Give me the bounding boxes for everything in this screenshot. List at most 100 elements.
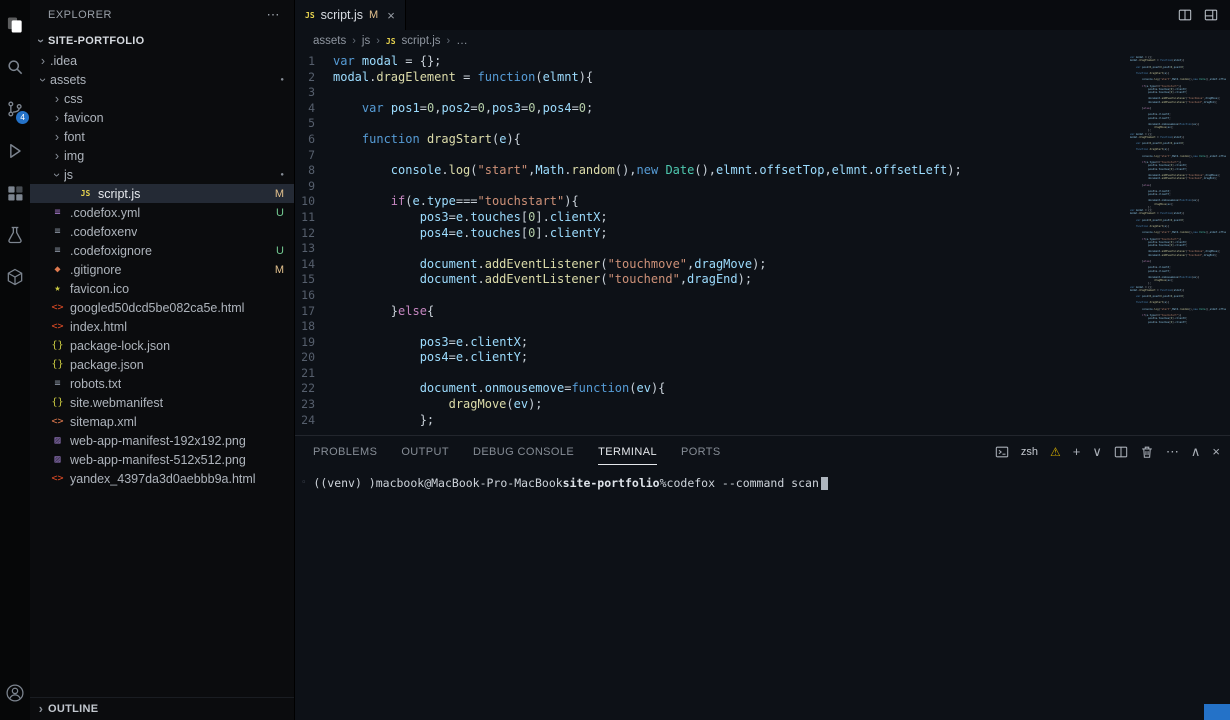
minimap[interactable]: var modal = {}; modal.dragElement = funct… [1130,56,1226,324]
split-terminal-icon[interactable] [1114,445,1128,459]
breadcrumb-item[interactable]: script.js [402,35,441,47]
tree-item[interactable]: › assets ● [30,70,294,89]
code-area[interactable]: 1 var modal = {}; 2 modal.dragElement = fun… [295,54,1120,428]
code-line[interactable]: 16 [295,288,1120,304]
breadcrumb-item[interactable]: assets [313,35,346,47]
code-line[interactable]: 11 pos3=e.touches[0].clientX; [295,210,1120,226]
tree-item[interactable]: › img [30,146,294,165]
code-line[interactable]: 24 }; [295,413,1120,429]
file-type-icon: ▨ [54,435,61,446]
vscode-window: 4 EXPLORER ⋯ › SITE-PORTFOLIO › .idea › ass… [0,0,1230,720]
files-icon[interactable] [0,4,30,46]
breadcrumb-item[interactable]: js [362,35,370,47]
shell-name[interactable]: zsh [1021,446,1038,458]
split-editor-icon[interactable] [1178,8,1192,22]
tree-item-label: .gitignore [70,262,122,277]
code-line[interactable]: 2 modal.dragElement = function(elmnt){ [295,70,1120,86]
file-type-icon: ≡ [54,226,61,237]
editor-pane[interactable]: 1 var modal = {}; 2 modal.dragElement = fun… [295,52,1230,435]
tree-item[interactable]: › font [30,127,294,146]
tree-item[interactable]: › .idea [30,51,294,70]
code-line[interactable]: 8 console.log("start",Math.random(),new … [295,163,1120,179]
tree-item-label: js [64,167,74,182]
tree-item[interactable]: <> googled50dcd5be082ca5e.html [30,298,294,317]
tree-item[interactable]: ≡ .codefoxignore U [30,241,294,260]
tree-item[interactable]: ▨ web-app-manifest-512x512.png [30,450,294,469]
kill-terminal-icon[interactable] [1140,445,1154,459]
extensions-icon[interactable] [0,172,30,214]
status-bar-remote-indicator[interactable] [1204,704,1230,720]
code-line[interactable]: 9 [295,179,1120,195]
code-line[interactable]: 20 pos4=e.clientY; [295,350,1120,366]
code-line[interactable]: 12 pos4=e.touches[0].clientY; [295,226,1120,242]
terminal-cursor [820,476,828,490]
tree-item[interactable]: JS script.js M [30,184,294,203]
tree-item[interactable]: {} package-lock.json [30,336,294,355]
package-icon[interactable] [0,256,30,298]
code-line[interactable]: 1 var modal = {}; [295,54,1120,70]
panel-header: PROBLEMS OUTPUT DEBUG CONSOLE TERMINAL PORTS… [295,436,1230,467]
source-control-icon[interactable]: 4 [0,88,30,130]
terminal-dropdown-icon[interactable]: ∨ [1092,444,1102,460]
panel-tab-problems[interactable]: PROBLEMS [313,438,377,465]
outline-section[interactable]: › OUTLINE [30,697,294,720]
git-status-badge: U [276,206,284,219]
new-terminal-icon[interactable]: + [1073,444,1081,459]
tree-item[interactable]: ≡ .codefoxenv [30,222,294,241]
section-label: SITE-PORTFOLIO [48,34,145,47]
tree-item[interactable]: › js ● [30,165,294,184]
code-line[interactable]: 23 dragMove(ev); [295,397,1120,413]
tree-item[interactable]: <> sitemap.xml [30,412,294,431]
tree-item[interactable]: ▨ web-app-manifest-192x192.png [30,431,294,450]
panel-tab-ports[interactable]: PORTS [681,438,721,465]
panel-tab-debug-console[interactable]: DEBUG CONSOLE [473,438,574,465]
tree-item[interactable]: ≡ robots.txt [30,374,294,393]
terminal-line: ◦ ((venv) ) macbook@MacBook-Pro-MacBook s… [301,476,1230,490]
tree-item[interactable]: {} site.webmanifest [30,393,294,412]
close-panel-icon[interactable]: × [1212,444,1220,459]
code-line[interactable]: 22 document.onmousemove=function(ev){ [295,381,1120,397]
tree-item[interactable]: › favicon [30,108,294,127]
close-tab-icon[interactable]: × [387,8,395,23]
account-icon[interactable] [0,672,30,714]
tree-item[interactable]: ◆ .gitignore M [30,260,294,279]
tree-item[interactable]: <> yandex_4397da3d0aebbb9a.html [30,469,294,488]
code-line[interactable]: 10 if(e.type==="touchstart"){ [295,194,1120,210]
terminal[interactable]: ◦ ((venv) ) macbook@MacBook-Pro-MacBook s… [295,467,1230,490]
more-actions-icon[interactable]: ⋯ [1166,444,1179,460]
code-line[interactable]: 4 var pos1=0,pos2=0,pos3=0,pos4=0; [295,101,1120,117]
code-line[interactable]: 5 [295,116,1120,132]
more-actions-icon[interactable]: ⋯ [267,7,281,23]
code-line[interactable]: 18 [295,319,1120,335]
chevron-right-icon: › [54,110,60,125]
breadcrumb-separator: › [446,35,451,47]
code-line[interactable]: 7 [295,148,1120,164]
code-line[interactable]: 3 [295,85,1120,101]
warning-icon[interactable]: ⚠ [1050,445,1061,459]
editor-tab[interactable]: JS script.js M × [295,0,406,30]
tree-item[interactable]: ≡ .codefox.yml U [30,203,294,222]
section-site-portfolio[interactable]: › SITE-PORTFOLIO [30,30,294,51]
code-line[interactable]: 6 function dragStart(e){ [295,132,1120,148]
editor-layout-icon[interactable] [1204,8,1218,22]
code-line[interactable]: 15 document.addEventListener("touchend",… [295,272,1120,288]
testing-icon[interactable] [0,214,30,256]
maximize-panel-icon[interactable]: ∧ [1191,444,1201,460]
code-line[interactable]: 14 document.addEventListener("touchmove"… [295,257,1120,273]
terminal-text: macbook@MacBook-Pro-MacBook [375,476,563,490]
tree-item[interactable]: <> index.html [30,317,294,336]
code-line[interactable]: 13 [295,241,1120,257]
run-debug-icon[interactable] [0,130,30,172]
terminal-profile-icon[interactable] [995,445,1009,459]
tree-item[interactable]: › css [30,89,294,108]
search-icon[interactable] [0,46,30,88]
tree-item[interactable]: {} package.json [30,355,294,374]
breadcrumb-item[interactable]: … [456,35,468,47]
file-type-icon: {} [51,397,64,408]
code-line[interactable]: 17 }else{ [295,304,1120,320]
panel-tab-output[interactable]: OUTPUT [401,438,449,465]
code-line[interactable]: 21 [295,366,1120,382]
tree-item[interactable]: ★ favicon.ico [30,279,294,298]
panel-tab-terminal[interactable]: TERMINAL [598,438,657,465]
code-line[interactable]: 19 pos3=e.clientX; [295,335,1120,351]
